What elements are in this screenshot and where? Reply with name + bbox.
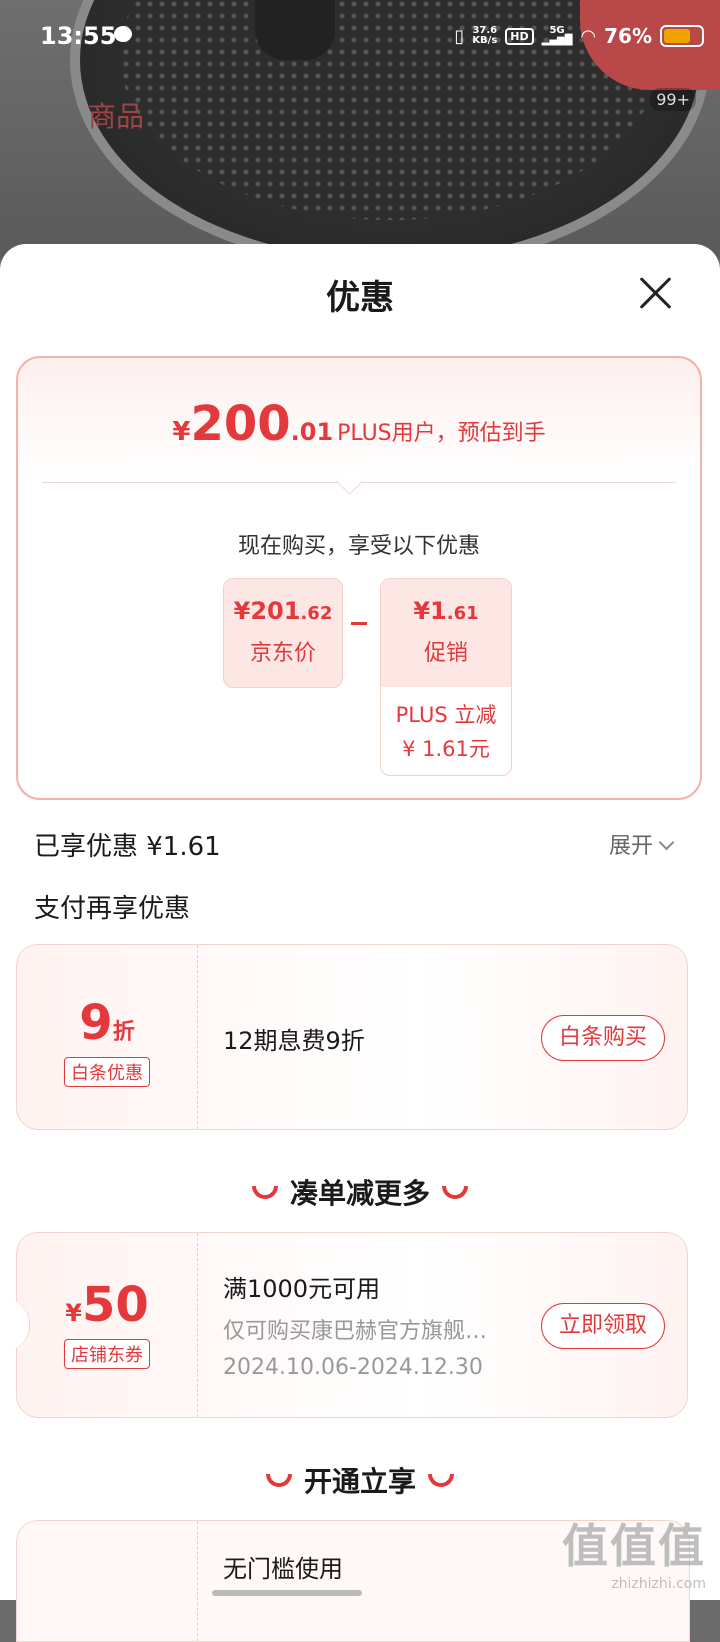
baitiao-coupon: 9折 白条优惠 12期息费9折 白条购买: [16, 944, 688, 1130]
price-currency: ¥: [172, 417, 191, 447]
promo-dec: .61: [446, 603, 479, 624]
promo-yen: ¥: [413, 597, 431, 625]
home-indicator[interactable]: [212, 1590, 362, 1596]
promo-box-top: ¥1.61 促销: [381, 579, 511, 687]
section-combine-label: 凑单减更多: [289, 1177, 430, 1210]
net-speed-unit: KB/s: [472, 35, 498, 46]
promo-box: ¥1.61 促销 PLUS 立减 ¥ 1.61元: [380, 578, 512, 776]
jd-price-int: 201: [250, 597, 301, 625]
jd-price-label: 京东价: [249, 641, 316, 666]
coupon-value-area: [17, 1521, 198, 1641]
signal-icon: 5G ▂▄▆█: [541, 25, 573, 46]
section-open-label: 开通立享: [303, 1465, 416, 1498]
section-combine-title: 凑单减更多: [0, 1172, 720, 1212]
promo-label: 促销: [423, 641, 468, 666]
coupon-condition: 无门槛使用: [223, 1555, 343, 1583]
promo-detail-title: PLUS 立减: [395, 703, 497, 727]
cart-count-badge: 99+: [650, 88, 696, 111]
coupon-value-number: 50: [81, 1277, 149, 1333]
expand-button[interactable]: 展开: [608, 828, 675, 860]
battery-icon: [660, 25, 704, 47]
jd-price-value: ¥201.62: [224, 597, 342, 625]
coupon-yen: ¥: [65, 1299, 82, 1327]
coupon-value-area: 9折 白条优惠: [17, 945, 198, 1129]
estimated-price-card: ¥200.01 PLUS用户，预估到手 现在购买，享受以下优惠 ¥201.62 京…: [16, 356, 702, 800]
discount-sheet: 优惠 ¥200.01 PLUS用户，预估到手 现在购买，享受以下优惠 ¥201.6…: [0, 244, 720, 1642]
status-time: 13:55: [40, 22, 117, 50]
price-integer: 200: [190, 396, 291, 452]
coupon-value: 9折: [17, 995, 197, 1051]
divider-notch: [336, 468, 363, 495]
coupon-validity: 2024.10.06-2024.12.30: [223, 1355, 483, 1380]
chevron-down-icon: [658, 834, 675, 851]
close-icon[interactable]: [630, 268, 680, 318]
smile-icon: [428, 1474, 454, 1487]
hd-icon: HD: [505, 27, 534, 45]
buy-now-text: 现在购买，享受以下优惠: [237, 534, 480, 559]
jd-price-dec: .62: [300, 603, 333, 624]
baitiao-buy-button[interactable]: 白条购买: [541, 1015, 665, 1061]
coupon-tag: 白条优惠: [64, 1057, 150, 1087]
watermark: 值值值 zhizhizhi.com: [562, 1510, 706, 1592]
jd-price-box: ¥201.62 京东价: [223, 578, 343, 688]
section-open-title: 开通立享: [0, 1460, 720, 1500]
enjoyed-discount: 已享优惠 ¥1.61: [34, 832, 221, 862]
jd-price-yen: ¥: [233, 597, 251, 625]
claim-coupon-button[interactable]: 立即领取: [541, 1303, 665, 1349]
status-bar: 13:55 ▯ 37.6 KB/s HD 5G ▂▄▆█ ◠ 76%: [0, 0, 720, 76]
promo-value: ¥1.61: [381, 597, 511, 625]
coupon-value-number: 9: [79, 995, 113, 1051]
coupon-value-area: ¥50 店铺东券: [17, 1233, 198, 1417]
battery-percent: 76%: [604, 24, 652, 48]
watermark-logo: 值值值: [562, 1519, 706, 1573]
vibrate-icon: ▯: [454, 25, 465, 47]
coupon-value: ¥50: [17, 1277, 197, 1333]
promo-detail-amount: ¥ 1.61元: [402, 737, 490, 761]
pay-more-title: 支付再享优惠: [34, 894, 191, 924]
estimate-label: PLUS用户，预估到手: [337, 421, 546, 446]
minus-sign: [351, 622, 367, 625]
wechat-icon: [114, 26, 132, 42]
smile-icon: [442, 1186, 468, 1199]
coupon-scope: 仅可购买康巴赫官方旗舰…: [223, 1319, 488, 1344]
expand-label: 展开: [608, 834, 653, 859]
watermark-url: zhizhizhi.com: [611, 1576, 706, 1592]
shop-coupon: ¥50 店铺东券 满1000元可用 仅可购买康巴赫官方旗舰… 2024.10.0…: [5, 1232, 688, 1418]
price-decimal: .01: [290, 418, 334, 446]
coupon-tag: 店铺东券: [64, 1339, 150, 1369]
coupon-desc: 12期息费9折: [223, 1027, 365, 1055]
tab-product[interactable]: 商品: [88, 95, 144, 135]
coupon-condition: 满1000元可用: [223, 1275, 381, 1303]
smile-icon: [251, 1186, 278, 1199]
estimated-price: ¥200.01 PLUS用户，预估到手: [18, 396, 700, 452]
sheet-title: 优惠: [326, 278, 394, 318]
smile-icon: [265, 1474, 292, 1487]
coupon-value-unit: 折: [112, 1020, 135, 1045]
net-speed: 37.6 KB/s: [472, 26, 497, 46]
promo-int: 1: [430, 597, 447, 625]
wifi-icon: ◠: [580, 25, 597, 47]
status-icons: ▯ 37.6 KB/s HD 5G ▂▄▆█ ◠ 76%: [454, 24, 704, 48]
signal-label: 5G: [549, 25, 565, 36]
